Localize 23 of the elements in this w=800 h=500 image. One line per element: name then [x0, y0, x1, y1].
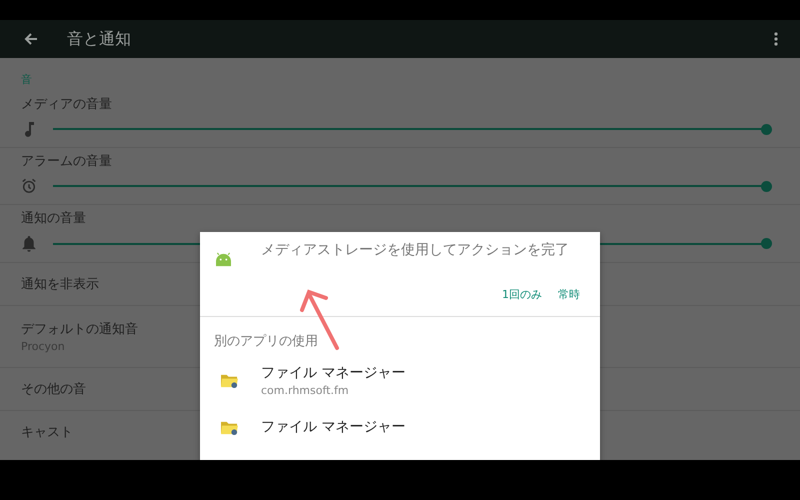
setting-label[interactable]: 通知を非表示 — [21, 275, 99, 293]
volume-label: 通知の音量 — [21, 210, 86, 227]
back-arrow-icon[interactable] — [23, 31, 39, 47]
dialog-subheader: 別のアプリの使用 — [213, 333, 319, 350]
screen-title: 音と通知 — [67, 28, 132, 50]
setting-label[interactable]: その他の音 — [21, 380, 86, 398]
volume-slider[interactable] — [53, 124, 772, 134]
alarm-clock-icon — [21, 178, 37, 194]
volume-label: アラームの音量 — [21, 153, 112, 170]
setting-label[interactable]: キャスト — [21, 423, 73, 441]
volume-label: メディアの音量 — [21, 96, 112, 113]
volume-slider[interactable] — [53, 180, 772, 192]
android-robot-icon — [214, 252, 233, 267]
more-options-icon[interactable] — [774, 32, 778, 46]
section-header: 音 — [20, 72, 33, 88]
setting-label[interactable]: デフォルトの通知音 — [21, 320, 138, 338]
app-name: ファイル マネージャー — [261, 364, 406, 382]
bell-icon — [21, 235, 37, 252]
app-option[interactable]: ファイル マネージャー com.rhmsoft.fm — [200, 363, 600, 397]
dialog-title: メディアストレージを使用してアクションを完了 — [261, 241, 569, 260]
app-package: com.rhmsoft.fm — [261, 384, 350, 396]
app-option[interactable]: ファイル マネージャー — [200, 410, 600, 444]
app-name: ファイル マネージャー — [261, 418, 406, 436]
